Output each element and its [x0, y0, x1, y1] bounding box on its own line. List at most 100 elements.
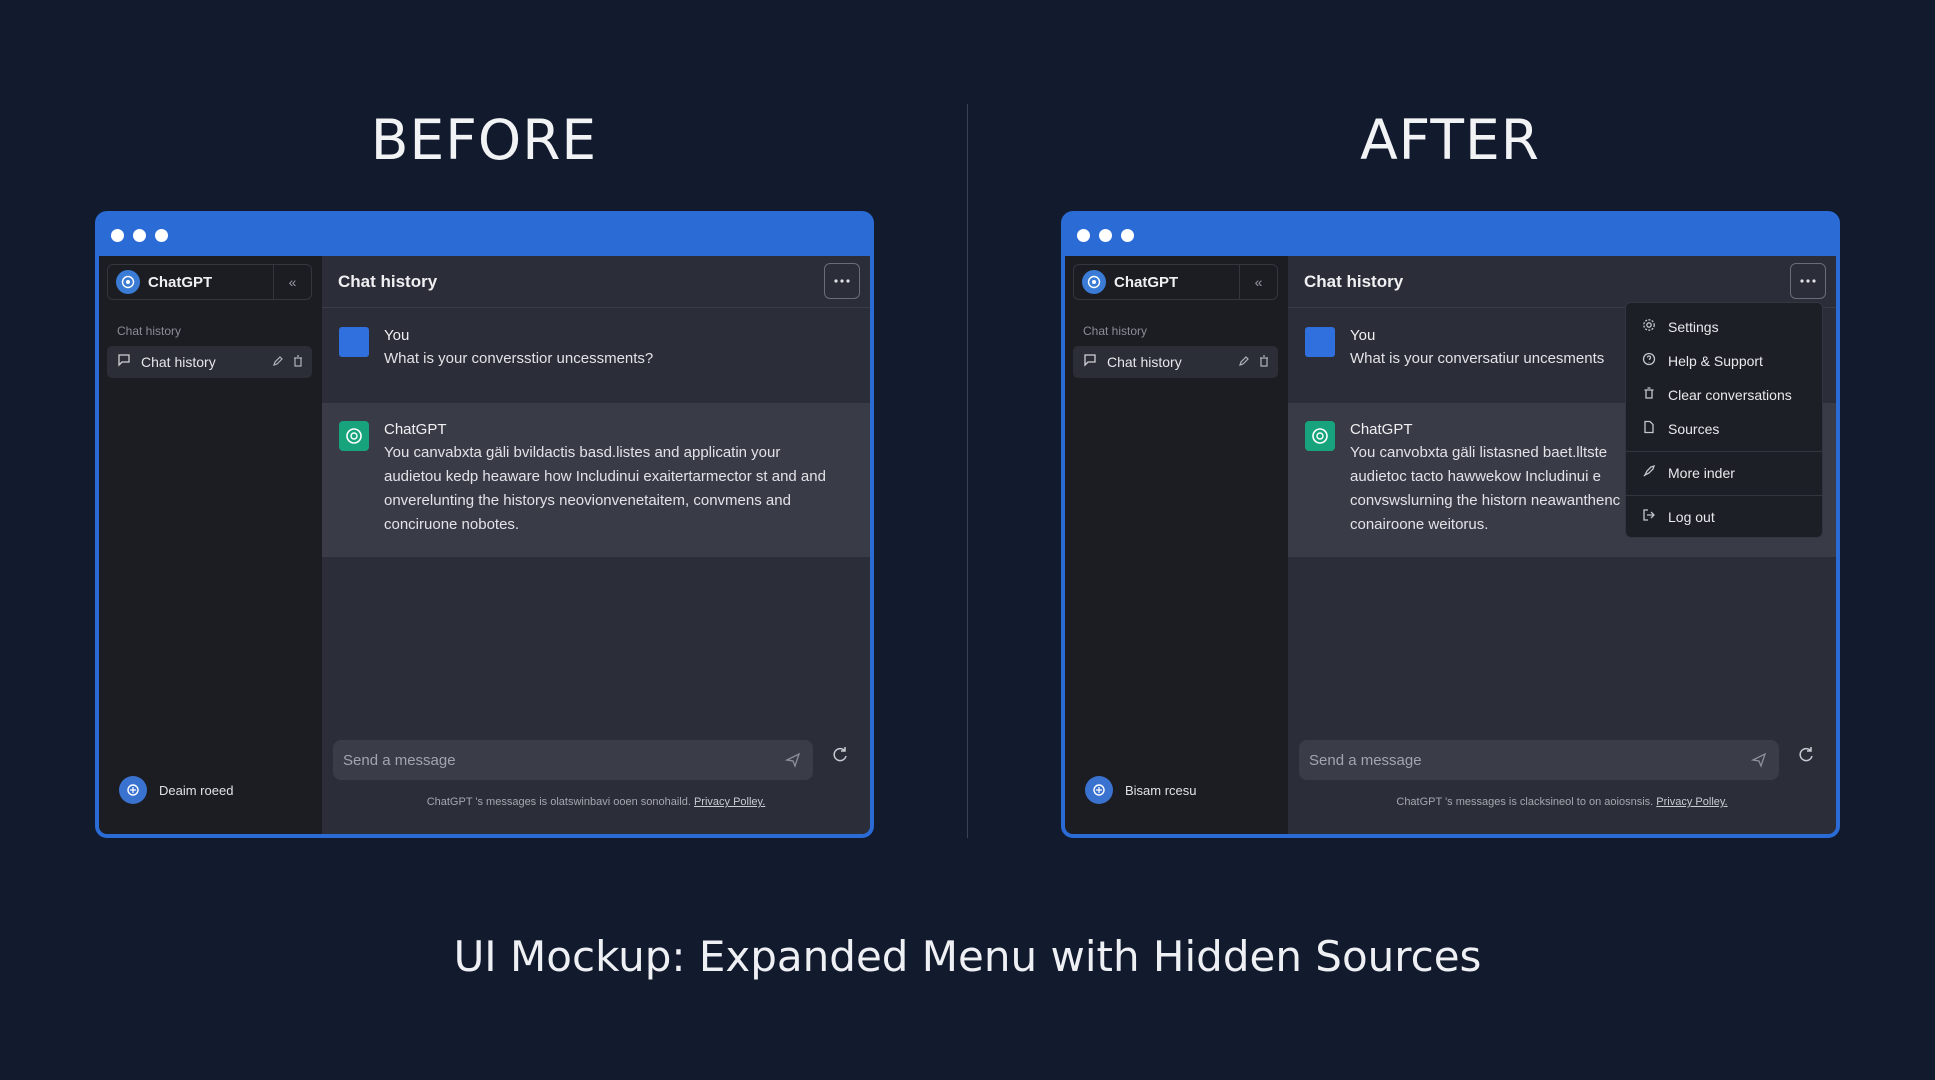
message-line: audietoc tacto hawwekow Includinui e: [1350, 468, 1601, 485]
message-line: audietou kedp heaware how Includinui exa…: [384, 468, 826, 485]
user-profile[interactable]: Deaim roeed: [119, 776, 233, 804]
message-author: You: [384, 327, 410, 344]
trash-icon[interactable]: [292, 354, 304, 372]
window-titlebar: [99, 215, 870, 252]
history-item[interactable]: Chat history: [107, 346, 312, 378]
user-profile[interactable]: Bisam rcesu: [1085, 776, 1197, 804]
section-label: Chat history: [117, 324, 182, 338]
trash-icon: [1642, 386, 1656, 405]
message-author: ChatGPT: [384, 421, 447, 438]
edit-icon[interactable]: [1238, 354, 1250, 372]
window-dot-minimize[interactable]: [1099, 229, 1112, 242]
disclaimer-text: ChatGPT 's messages is olatswinbavi ooen…: [426, 796, 691, 808]
avatar: [1085, 776, 1113, 804]
regenerate-icon[interactable]: [1797, 745, 1815, 768]
brand-button[interactable]: ChatGPT «: [107, 264, 312, 300]
window-dot-close[interactable]: [111, 229, 124, 242]
chatgpt-avatar-icon: [339, 421, 369, 451]
message-line: You canvabxta gäli bvildactis basd.liste…: [384, 444, 781, 461]
menu-item-label: Sources: [1668, 421, 1720, 437]
edit-icon[interactable]: [272, 354, 284, 372]
menu-item-log-out[interactable]: Log out: [1626, 502, 1822, 532]
menu-item-sources[interactable]: Sources: [1626, 414, 1822, 444]
history-item[interactable]: Chat history: [1073, 346, 1278, 378]
options-dropdown-menu: Settings Help & Support Clear conversati…: [1625, 302, 1823, 538]
more-options-button[interactable]: [1790, 263, 1826, 299]
user-name: Bisam rcesu: [1125, 782, 1197, 798]
main-header: Chat history: [1288, 256, 1836, 308]
menu-item-clear-conversations[interactable]: Clear conversations: [1626, 380, 1822, 410]
menu-item-settings[interactable]: Settings: [1626, 312, 1822, 342]
window-dot-minimize[interactable]: [133, 229, 146, 242]
menu-item-label: Settings: [1668, 319, 1719, 335]
disclaimer: ChatGPT 's messages is olatswinbavi ooen…: [322, 796, 870, 808]
message-input-placeholder: Send a message: [343, 751, 456, 769]
menu-divider: [1626, 451, 1822, 452]
history-item-label: Chat history: [141, 354, 216, 370]
brand-name: ChatGPT: [148, 273, 213, 291]
window-dot-maximize[interactable]: [1121, 229, 1134, 242]
privacy-policy-link[interactable]: Privacy Polley.: [694, 796, 765, 808]
trash-icon[interactable]: [1258, 354, 1270, 372]
privacy-policy-link[interactable]: Privacy Polley.: [1656, 796, 1727, 808]
message-line: convswslurning the historn neawanthenc: [1350, 492, 1621, 509]
user-name: Deaim roeed: [159, 782, 234, 798]
sidebar: ChatGPT « Chat history Chat history Deai…: [99, 256, 322, 834]
collapse-sidebar-icon[interactable]: «: [1239, 265, 1277, 299]
after-heading: AFTER: [1360, 108, 1540, 172]
gear-icon: [1642, 318, 1656, 337]
assistant-message: ChatGPT You canvabxta gäli bvildactis ba…: [322, 403, 870, 557]
sidebar: ChatGPT « Chat history Chat history Bisa…: [1065, 256, 1288, 834]
before-window: ChatGPT « Chat history Chat history Deai…: [95, 211, 874, 838]
chat-bubble-icon: [117, 353, 131, 372]
page-title: Chat history: [338, 271, 438, 291]
message-line: conciruone nobotes.: [384, 516, 520, 533]
menu-item-label: Help & Support: [1668, 353, 1763, 369]
avatar: [119, 776, 147, 804]
message-author: You: [1350, 327, 1376, 344]
message-line: conairoone weitorus.: [1350, 516, 1489, 533]
message-input-placeholder: Send a message: [1309, 751, 1422, 769]
page-title: Chat history: [1304, 271, 1404, 291]
regenerate-icon[interactable]: [831, 745, 849, 768]
brand-name: ChatGPT: [1114, 273, 1179, 291]
menu-item-help-support[interactable]: Help & Support: [1626, 346, 1822, 376]
send-icon[interactable]: [784, 752, 801, 773]
disclaimer-text: ChatGPT 's messages is clacksineol to on…: [1396, 796, 1654, 808]
main-header: Chat history: [322, 256, 870, 308]
center-divider: [967, 104, 968, 838]
chatgpt-avatar-icon: [1305, 421, 1335, 451]
message-input[interactable]: Send a message: [333, 740, 813, 780]
chatgpt-logo-icon: [1082, 270, 1106, 294]
send-icon[interactable]: [1750, 752, 1767, 773]
caption: UI Mockup: Expanded Menu with Hidden Sou…: [453, 932, 1482, 981]
window-dot-close[interactable]: [1077, 229, 1090, 242]
more-options-button[interactable]: [824, 263, 860, 299]
window-titlebar: [1065, 215, 1836, 252]
user-message-avatar: [339, 327, 369, 357]
document-icon: [1642, 420, 1656, 439]
message-line: onverelunting the historys neovionveneta…: [384, 492, 791, 509]
message-input[interactable]: Send a message: [1299, 740, 1779, 780]
message-text: What is your conversatiur uncesments: [1350, 350, 1605, 367]
before-heading: BEFORE: [370, 108, 598, 172]
chat-bubble-icon: [1083, 353, 1097, 372]
chat-app: ChatGPT « Chat history Chat history Deai…: [99, 256, 870, 834]
user-message-avatar: [1305, 327, 1335, 357]
section-label: Chat history: [1083, 324, 1148, 338]
menu-item-label: Clear conversations: [1668, 387, 1792, 403]
menu-item-label: More inder: [1668, 465, 1735, 481]
main-panel: Chat history You What is your converssti…: [322, 256, 870, 834]
message-author: ChatGPT: [1350, 421, 1413, 438]
menu-item-label: Log out: [1668, 509, 1715, 525]
logout-icon: [1642, 508, 1656, 527]
user-message: You What is your conversstior uncessment…: [322, 309, 870, 403]
window-dot-maximize[interactable]: [155, 229, 168, 242]
menu-item-more[interactable]: More inder: [1626, 458, 1822, 488]
chatgpt-logo-icon: [116, 270, 140, 294]
disclaimer: ChatGPT 's messages is clacksineol to on…: [1288, 796, 1836, 808]
message-text: What is your conversstior uncessments?: [384, 350, 654, 367]
help-circle-icon: [1642, 352, 1656, 371]
brand-button[interactable]: ChatGPT «: [1073, 264, 1278, 300]
collapse-sidebar-icon[interactable]: «: [273, 265, 311, 299]
